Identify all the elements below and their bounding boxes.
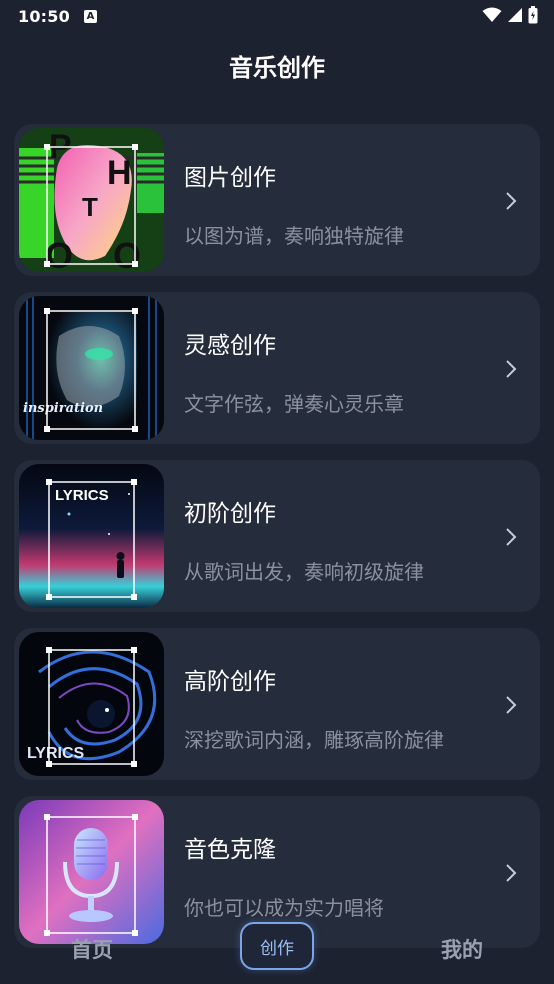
card-image-creation[interactable]: P H T O O 图片创作 以图为谱，奏响独特旋律	[14, 124, 540, 276]
status-icons	[482, 6, 538, 24]
card-beginner-creation[interactable]: LYRICS 初阶创作 从歌词出发，奏响初级旋律	[14, 460, 540, 612]
bottom-nav: 首页 创作 我的	[0, 918, 554, 984]
thumb-letter-h: H	[107, 154, 132, 192]
chevron-right-icon	[506, 192, 517, 210]
card-subtitle: 深挖歌词内涵，雕琢高阶旋律	[184, 728, 444, 752]
thumbnail-inspiration-creation: inspiration	[19, 296, 164, 440]
status-time: 10:50	[18, 6, 70, 26]
card-subtitle: 从歌词出发，奏响初级旋律	[184, 560, 424, 584]
card-title: 灵感创作	[184, 333, 276, 359]
chevron-right-icon	[506, 864, 517, 882]
nav-tab-home[interactable]: 首页	[56, 934, 128, 964]
nav-tab-mine[interactable]: 我的	[426, 934, 498, 964]
card-title: 初阶创作	[184, 501, 276, 527]
thumbnail-image-creation: P H T O O	[19, 128, 164, 272]
chevron-right-icon	[506, 528, 517, 546]
card-advanced-creation[interactable]: LYRICS 高阶创作 深挖歌词内涵，雕琢高阶旋律	[14, 628, 540, 780]
card-subtitle: 文字作弦，弹奏心灵乐章	[184, 392, 404, 416]
card-title: 高阶创作	[184, 669, 276, 695]
thumbnail-beginner-creation: LYRICS	[19, 464, 164, 608]
wifi-icon	[482, 7, 502, 22]
notification-icon: A	[83, 9, 97, 23]
chevron-right-icon	[506, 696, 517, 714]
thumb-letter-t: T	[82, 192, 98, 222]
card-subtitle: 以图为谱，奏响独特旋律	[184, 224, 404, 248]
page-title: 音乐创作	[229, 54, 325, 82]
thumb-lyrics-text: LYRICS	[55, 487, 109, 504]
card-subtitle: 你也可以成为实力唱将	[184, 896, 384, 920]
battery-icon	[528, 6, 538, 24]
card-title: 音色克隆	[184, 837, 276, 863]
nav-tab-create[interactable]: 创作	[240, 922, 314, 970]
thumb-inspiration-text: inspiration	[23, 401, 103, 416]
thumbnail-advanced-creation: LYRICS	[19, 632, 164, 776]
chevron-right-icon	[506, 360, 517, 378]
thumb-lyrics-text: LYRICS	[27, 745, 85, 762]
signal-icon	[508, 8, 522, 22]
card-inspiration-creation[interactable]: inspiration 灵感创作 文字作弦，弹奏心灵乐章	[14, 292, 540, 444]
status-bar: 10:50 A	[0, 0, 554, 32]
card-title: 图片创作	[184, 165, 276, 191]
